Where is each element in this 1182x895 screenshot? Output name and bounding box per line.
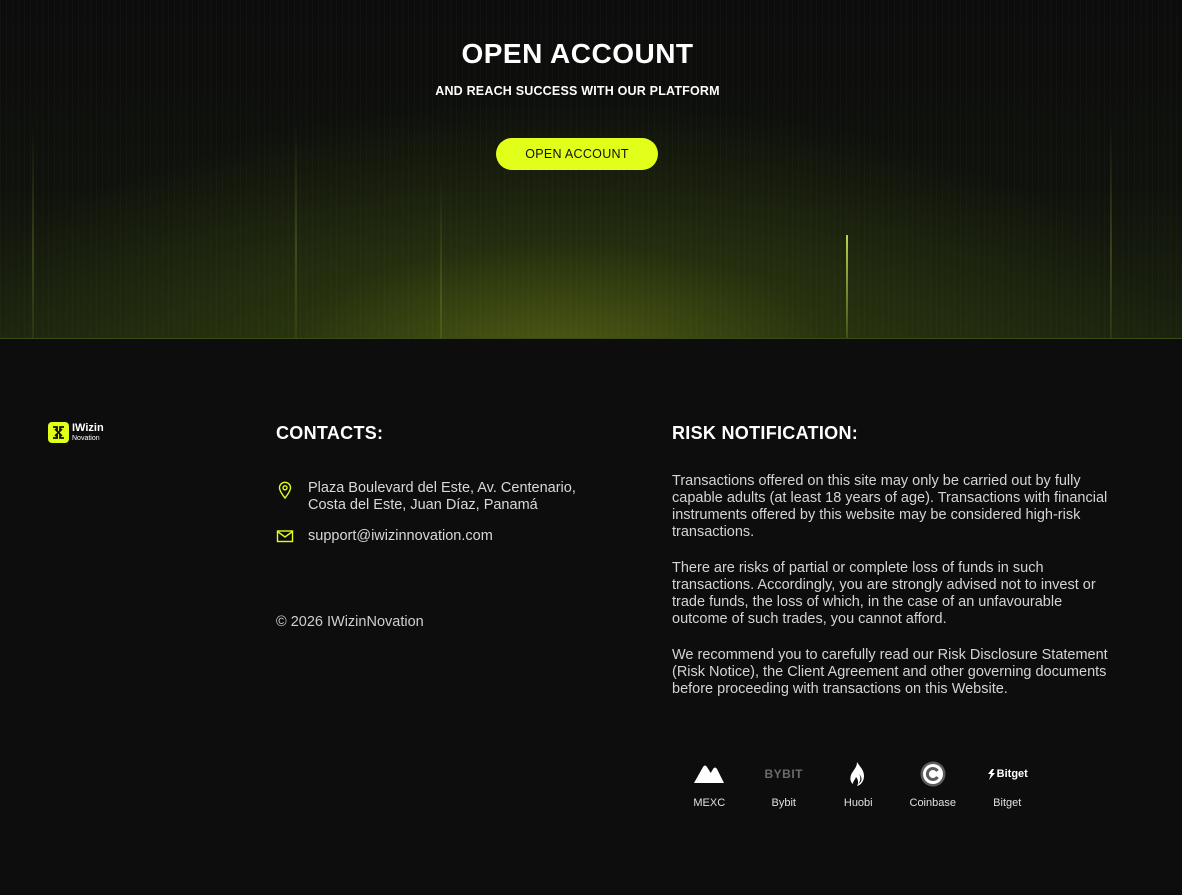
bitget-wordmark: Bitget bbox=[996, 768, 1028, 780]
site-logo[interactable]: IWizin Novation bbox=[48, 422, 104, 443]
copyright: © 2026 IWizinNovation bbox=[276, 614, 424, 630]
partner-name: Coinbase bbox=[909, 797, 956, 809]
bitget-logo-icon: Bitget bbox=[987, 760, 1028, 788]
open-account-button[interactable]: OPEN ACCOUNT bbox=[496, 138, 658, 170]
partner-huobi[interactable]: Huobi bbox=[821, 760, 896, 809]
contacts-title: CONTACTS: bbox=[276, 423, 384, 443]
hero-title: OPEN ACCOUNT bbox=[461, 38, 694, 69]
huobi-logo-icon bbox=[848, 760, 868, 788]
risk-paragraph: Transactions offered on this site may on… bbox=[672, 473, 1108, 540]
partner-name: Huobi bbox=[843, 797, 873, 809]
contact-email-link[interactable]: support@iwizinnovation.com bbox=[308, 528, 493, 545]
mexc-logo-icon bbox=[693, 760, 725, 788]
risk-title: RISK NOTIFICATION: bbox=[672, 423, 859, 443]
contact-email-row[interactable]: support@iwizinnovation.com bbox=[276, 528, 576, 549]
hero-light-line bbox=[295, 120, 297, 338]
bybit-logo-icon: BYBIT bbox=[764, 767, 803, 781]
contacts-section: CONTACTS: Plaza Boulevard del Este, Av. … bbox=[276, 423, 576, 549]
logo-wordmark: IWizin Novation bbox=[72, 421, 104, 443]
contact-address: Plaza Boulevard del Este, Av. Centenario… bbox=[308, 480, 576, 513]
partner-bybit[interactable]: BYBIT Bybit bbox=[747, 760, 822, 809]
partner-name: Bybit bbox=[771, 797, 796, 809]
risk-paragraph: We recommend you to carefully read our R… bbox=[672, 647, 1108, 697]
mail-icon bbox=[276, 528, 294, 549]
risk-paragraph: There are risks of partial or complete l… bbox=[672, 560, 1096, 627]
partner-bitget[interactable]: Bitget Bitget bbox=[970, 760, 1045, 809]
logo-mark-icon bbox=[48, 422, 69, 443]
partner-name: MEXC bbox=[693, 797, 726, 809]
partner-mexc[interactable]: MEXC bbox=[672, 760, 747, 809]
map-pin-icon bbox=[276, 480, 294, 505]
hero-light-line bbox=[32, 120, 34, 338]
logo-line2: Novation bbox=[72, 434, 100, 442]
partner-name: Bitget bbox=[993, 797, 1022, 809]
risk-notification-section: RISK NOTIFICATION: Transactions offered … bbox=[672, 423, 1112, 698]
hero-light-line bbox=[440, 170, 442, 338]
hero-subtitle: AND REACH SUCCESS WITH OUR PLATFORM bbox=[435, 84, 720, 98]
hero-light-line bbox=[1110, 120, 1112, 338]
partner-coinbase[interactable]: Coinbase bbox=[896, 760, 971, 809]
partner-exchanges: MEXC BYBIT Bybit Huobi Coinbase Bitget B bbox=[672, 760, 1045, 809]
open-account-hero: OPEN ACCOUNT AND REACH SUCCESS WITH OUR … bbox=[0, 0, 1182, 339]
contact-address-row: Plaza Boulevard del Este, Av. Centenario… bbox=[276, 480, 576, 514]
logo-line1: IWizin bbox=[72, 421, 104, 434]
coinbase-logo-icon bbox=[920, 760, 946, 788]
hero-light-line bbox=[846, 235, 848, 338]
